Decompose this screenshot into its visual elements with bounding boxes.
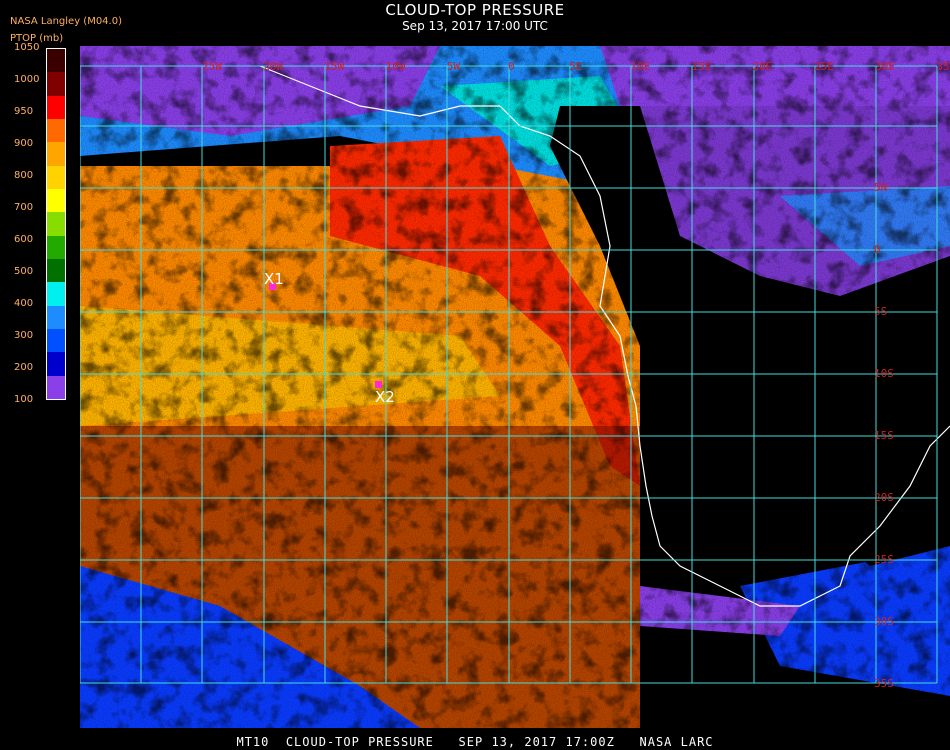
legend-swatch — [47, 282, 65, 306]
longitude-label: 15E — [692, 60, 712, 73]
legend-tick-label: 1050 — [14, 42, 40, 53]
longitude-label: 20E — [753, 60, 773, 73]
legend-swatch — [47, 235, 65, 259]
longitude-label: 5E — [569, 60, 582, 73]
cloud-top-pressure-map: 25W 20W 15W 10W 5W 0 5E 10E 15E 20E 25E 30E 35E 5N 0 5S… — [80, 46, 950, 728]
longitude-label: 30E — [875, 60, 895, 73]
latitude-label: 15S — [874, 429, 894, 442]
latitude-label: 20S — [874, 491, 894, 504]
longitude-label: 10W — [386, 60, 406, 73]
footer-caption: MT10 CLOUD-TOP PRESSURE SEP 13, 2017 17:… — [236, 735, 714, 749]
legend-swatch — [47, 49, 65, 73]
legend-swatch — [47, 72, 65, 96]
latitude-label: 0 — [874, 243, 881, 256]
latitude-label: 10S — [874, 367, 894, 380]
legend-swatch — [47, 258, 65, 283]
legend-tick-label: 300 — [14, 330, 34, 341]
legend-tick-label: 950 — [14, 106, 34, 117]
longitude-label: 15W — [324, 60, 344, 73]
latitude-label: 35S — [874, 677, 894, 690]
longitude-label: 10E — [630, 60, 650, 73]
legend-tick-label: 100 — [14, 394, 34, 405]
texture-noise — [80, 46, 950, 728]
legend-swatch — [47, 375, 65, 399]
legend-tick-label: 500 — [14, 266, 34, 277]
legend-tick-label: 700 — [14, 202, 34, 213]
latitude-label: 5N — [874, 181, 887, 194]
longitude-label: 20W — [263, 60, 283, 73]
legend-tick-label: 200 — [14, 362, 34, 373]
legend-swatch — [47, 352, 65, 376]
legend-swatch — [47, 212, 65, 236]
color-legend-bar — [46, 48, 66, 400]
legend-swatch — [47, 95, 65, 119]
longitude-label: 35E — [936, 60, 950, 73]
legend-swatch — [47, 142, 65, 166]
marker-label: X1 — [264, 270, 284, 288]
legend-tick-label: 900 — [14, 138, 34, 149]
latitude-label: 25S — [874, 553, 894, 566]
legend-tick-label: 400 — [14, 298, 34, 309]
legend-swatch — [47, 305, 65, 329]
map-svg: 25W 20W 15W 10W 5W 0 5E 10E 15E 20E 25E 30E 35E 5N 0 5S… — [80, 46, 950, 728]
latitude-label: 5S — [874, 305, 887, 318]
legend-tick-label: 600 — [14, 234, 34, 245]
longitude-label: 5W — [447, 60, 461, 73]
legend-swatch — [47, 188, 65, 213]
marker-label: X2 — [375, 388, 395, 406]
longitude-label: 0 — [508, 60, 515, 73]
map-title: CLOUD-TOP PRESSURE — [385, 1, 565, 19]
legend-tick-label: 800 — [14, 170, 34, 181]
latitude-label: 30S — [874, 615, 894, 628]
legend-swatch — [47, 165, 65, 189]
longitude-label: 25W — [202, 60, 222, 73]
legend-swatch — [47, 118, 65, 143]
marker-point — [375, 381, 382, 388]
legend-swatch — [47, 328, 65, 353]
legend-tick-label: 1000 — [14, 74, 40, 85]
longitude-label: 25E — [814, 60, 834, 73]
map-datetime: Sep 13, 2017 17:00 UTC — [402, 19, 548, 33]
